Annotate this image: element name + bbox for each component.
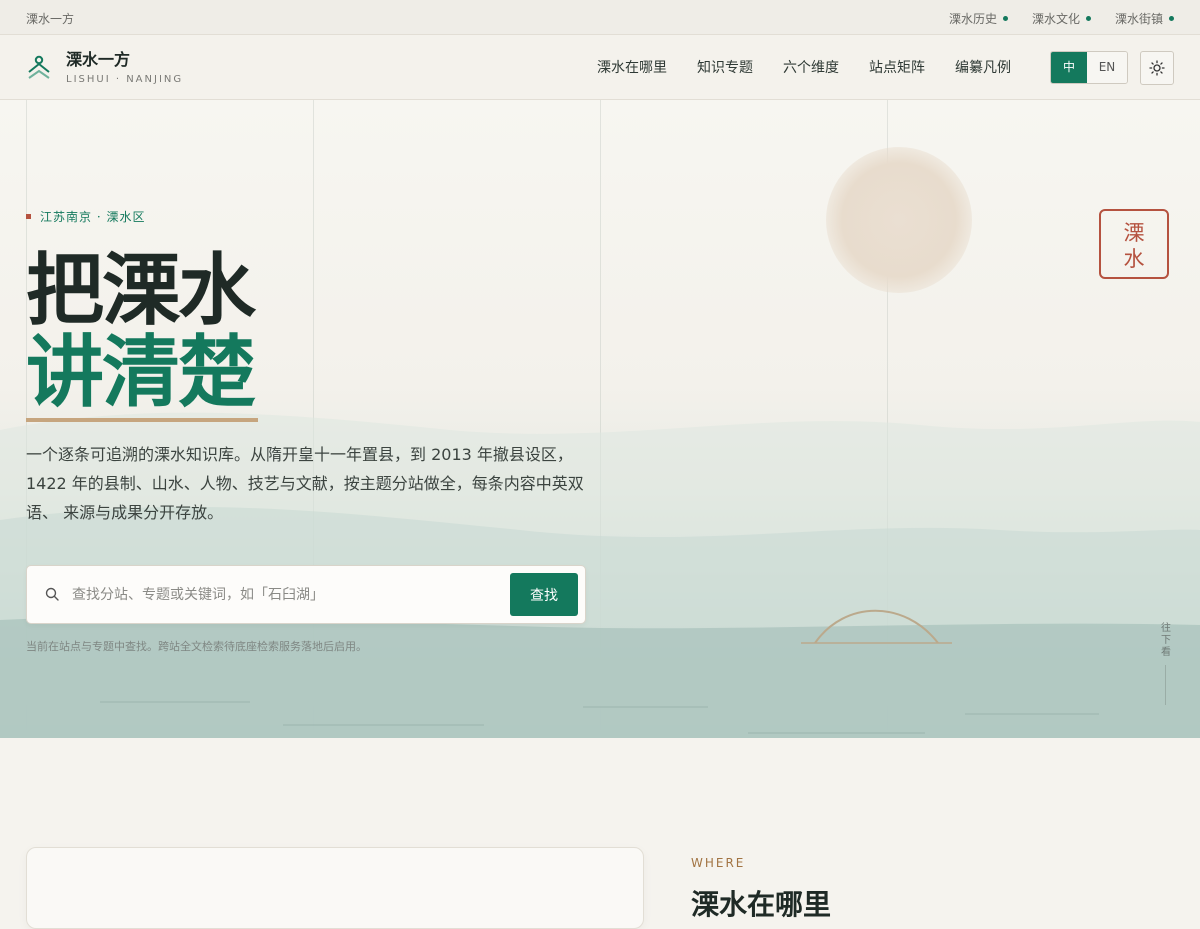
- search-box: 查找: [26, 565, 586, 624]
- section-title: 溧水在哪里: [691, 888, 832, 921]
- link-dot-icon: [1002, 16, 1008, 21]
- title-underline: [26, 418, 258, 422]
- mountain-logo-icon: [28, 55, 50, 79]
- square-marker-icon: [26, 214, 31, 219]
- theme-toggle-button[interactable]: [1140, 51, 1174, 85]
- seal-stamp: 溧水: [1099, 209, 1169, 279]
- search-button[interactable]: 查找: [510, 573, 578, 616]
- network-link-label: 溧水文化: [1031, 12, 1080, 26]
- site-name: 溧水一方: [26, 12, 75, 26]
- lang-en-button[interactable]: EN: [1087, 52, 1127, 83]
- network-link-label: 溧水历史: [948, 12, 997, 26]
- logo-title: 溧水一方: [66, 50, 131, 69]
- scroll-line: [1165, 665, 1166, 705]
- network-link-history[interactable]: 溧水历史: [949, 10, 1008, 27]
- hero-title-line1: 把溧水: [26, 245, 256, 336]
- hero-eyebrow: 江苏南京 · 溧水区: [26, 208, 145, 225]
- link-dot-icon: [1085, 16, 1091, 21]
- main-nav: 溧水在哪里 知识专题 六个维度 站点矩阵 编纂凡例: [597, 57, 1011, 77]
- network-link-culture[interactable]: 溧水文化: [1032, 10, 1091, 27]
- nav-where[interactable]: 溧水在哪里: [597, 57, 667, 77]
- search-icon: [45, 587, 59, 601]
- sun-icon: [1149, 60, 1165, 76]
- network-link-label: 溧水街镇: [1114, 12, 1163, 26]
- nav-site-matrix[interactable]: 站点矩阵: [869, 57, 925, 77]
- search-hint: 当前在站点与专题中查找。跨站全文检索待底座检索服务落地后启用。: [26, 640, 367, 653]
- top-utility-bar: 溧水一方 溧水历史 溧水文化 溧水街镇: [0, 0, 1200, 35]
- network-link-towns[interactable]: 溧水街镇: [1115, 10, 1174, 27]
- nav-topics[interactable]: 知识专题: [697, 57, 753, 77]
- logo-subtitle: LISHUI · NANJING: [66, 74, 184, 85]
- search-input[interactable]: [70, 582, 494, 608]
- logo[interactable]: 溧水一方 LISHUI · NANJING: [26, 51, 183, 85]
- hero-description: 一个逐条可追溯的溧水知识库。从隋开皇十一年置县，到 2013 年撤县设区，142…: [26, 445, 584, 522]
- lang-zh-button[interactable]: 中: [1051, 52, 1087, 83]
- nav-dimensions[interactable]: 六个维度: [783, 57, 839, 77]
- network-links: 溧水历史 溧水文化 溧水街镇: [949, 10, 1174, 27]
- hero-section: 溧水 江苏南京 · 溧水区 把溧水 讲清楚 一个逐条可追溯的溧水知识库。从隋开皇…: [0, 100, 1200, 738]
- hero-location: 江苏南京 · 溧水区: [40, 210, 146, 224]
- where-section: WHERE 溧水在哪里: [0, 738, 1200, 929]
- map-card: [26, 847, 644, 929]
- link-dot-icon: [1169, 16, 1174, 21]
- hero-title-line2: 讲清楚: [26, 327, 256, 418]
- scroll-down-hint[interactable]: 往下看: [1160, 623, 1172, 659]
- site-header: 溧水一方 LISHUI · NANJING 溧水在哪里 知识专题 六个维度 站点…: [0, 35, 1200, 100]
- nav-editorial-rules[interactable]: 编纂凡例: [955, 57, 1011, 77]
- section-eyebrow: WHERE: [691, 856, 746, 870]
- language-switcher: 中 EN: [1050, 51, 1128, 84]
- sun-decoration: [826, 147, 972, 293]
